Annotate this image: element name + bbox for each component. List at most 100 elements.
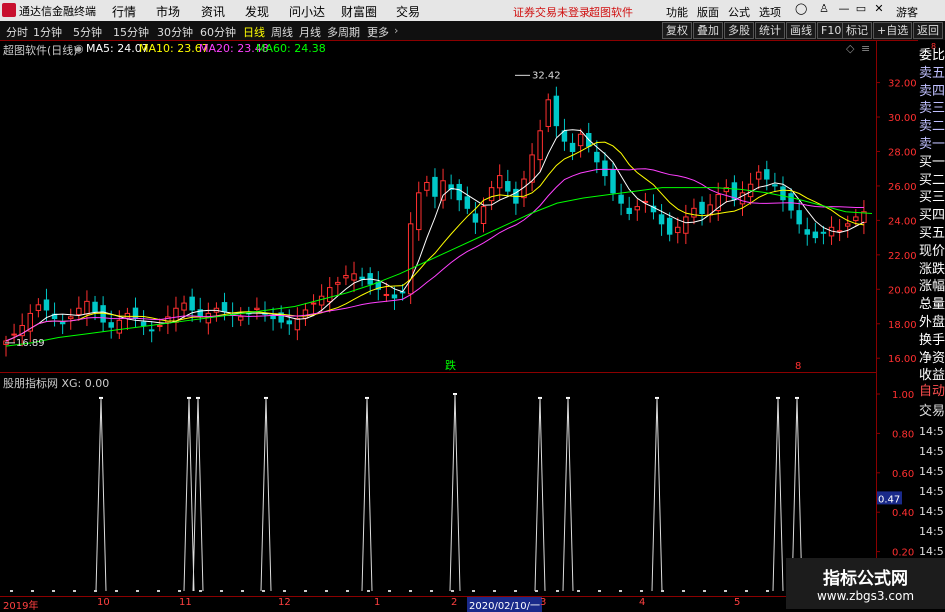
xg-zero-dot: [766, 590, 769, 592]
xg-zero-dot: [220, 590, 223, 592]
quote-field-label[interactable]: 净资: [919, 350, 945, 368]
xg-zero-dot: [409, 590, 412, 592]
quote-field-label[interactable]: 买一: [919, 154, 945, 172]
menu-faxian[interactable]: 发现: [245, 3, 269, 20]
chat-icon[interactable]: ◯: [795, 3, 807, 15]
btn-zixuan[interactable]: +自选: [873, 22, 913, 39]
period-60min[interactable]: 60分钟: [200, 24, 236, 40]
btn-tongji[interactable]: 统计: [755, 22, 785, 39]
candle-body: [666, 217, 673, 235]
time-entry[interactable]: 14:5: [919, 443, 944, 461]
auto-trade-label[interactable]: 交易: [919, 403, 945, 421]
login-notice[interactable]: 证券交易未登录: [513, 4, 590, 20]
time-entry[interactable]: 14:5: [919, 463, 944, 481]
quote-field-label[interactable]: 涨跌: [919, 261, 945, 279]
menu-jiaoyi[interactable]: 交易: [396, 3, 420, 20]
menu-wenxiaoda[interactable]: 问小达: [289, 3, 325, 20]
chevron-right-icon[interactable]: ›: [394, 24, 398, 37]
menu-zixun[interactable]: 资讯: [201, 3, 225, 20]
diamond-icon[interactable]: ◇: [846, 42, 854, 55]
quote-field-label[interactable]: 涨幅: [919, 278, 945, 296]
guest-button[interactable]: 游客: [896, 4, 918, 20]
indicator-tick-label: 1.00: [892, 390, 914, 401]
menu-caifuquan[interactable]: 财富圈: [341, 3, 377, 20]
candle-body: [391, 294, 398, 299]
quote-field-label[interactable]: 总量: [919, 296, 945, 314]
quote-field-label[interactable]: 外盘: [919, 314, 945, 332]
xg-zero-dot: [346, 590, 349, 592]
settings-icon[interactable]: ≡: [861, 42, 870, 55]
x-label: 3: [540, 597, 547, 608]
candle-body: [594, 151, 600, 163]
xg-zero-dot: [157, 590, 160, 592]
time-entry[interactable]: 14:5: [919, 523, 944, 541]
horizontal-divider: [0, 372, 876, 373]
menu-gongshi[interactable]: 公式: [728, 4, 750, 20]
candle-body: [237, 316, 244, 321]
price-tick-label: 16.00: [888, 354, 917, 365]
candle-body: [675, 226, 681, 234]
period-fenshi[interactable]: 分时: [6, 24, 28, 40]
period-daily[interactable]: 日线: [243, 24, 265, 40]
app-title: 通达信金融终端: [19, 5, 96, 18]
candle-body: [488, 187, 495, 202]
candle-body: [472, 213, 479, 223]
candle-body: [739, 192, 746, 205]
menu-hangqing[interactable]: 行情: [112, 3, 136, 20]
quote-field-label[interactable]: 换手: [919, 332, 945, 350]
quote-field-label[interactable]: 卖一: [919, 136, 945, 154]
restore-icon[interactable]: ▭: [855, 3, 867, 15]
btn-fuquan[interactable]: 复权: [662, 22, 692, 39]
period-15min[interactable]: 15分钟: [113, 24, 149, 40]
period-weekly[interactable]: 周线: [271, 24, 293, 40]
close-icon[interactable]: ✕: [873, 3, 885, 15]
period-30min[interactable]: 30分钟: [157, 24, 193, 40]
candle-body: [359, 276, 365, 280]
quote-field-label[interactable]: 卖四: [919, 83, 945, 101]
period-multi[interactable]: 多周期: [327, 24, 360, 40]
time-entry[interactable]: 14:5: [919, 503, 944, 521]
period-more[interactable]: 更多: [367, 24, 389, 40]
period-monthly[interactable]: 月线: [299, 24, 321, 40]
xg-zero-dot: [94, 590, 97, 592]
candle-body: [416, 192, 422, 231]
candle-body: [59, 321, 66, 325]
btn-biaoji[interactable]: 标记: [842, 22, 872, 39]
price-tick-label: 30.00: [888, 113, 917, 124]
quote-field-label[interactable]: 现价: [919, 243, 945, 261]
candle-body: [108, 322, 114, 328]
quote-field-label[interactable]: 卖五: [919, 65, 945, 83]
dropdown-icon[interactable]: ◉: [74, 42, 84, 55]
menu-gongneng[interactable]: 功能: [666, 4, 688, 20]
candle-body: [302, 309, 309, 319]
menu-banmian[interactable]: 版面: [697, 4, 719, 20]
period-5min[interactable]: 5分钟: [73, 24, 102, 40]
quote-field-label[interactable]: 委比: [919, 47, 945, 65]
quote-field-label[interactable]: 买五: [919, 225, 945, 243]
quote-field-label[interactable]: 买二: [919, 172, 945, 190]
quote-field-label[interactable]: 卖三: [919, 100, 945, 118]
ma-legend: 超图软件(日线) ◉ MA5: 24.07 MA10: 23.67 MA20: …: [0, 41, 870, 57]
quote-field-label[interactable]: 卖二: [919, 118, 945, 136]
shirt-icon[interactable]: ♙: [818, 3, 830, 15]
menu-shichang[interactable]: 市场: [156, 3, 180, 20]
auto-trade-label[interactable]: 自动: [919, 383, 945, 401]
candle-body: [618, 194, 624, 204]
candle-body: [788, 193, 794, 211]
time-entry[interactable]: 14:5: [919, 483, 944, 501]
price-tick-label: 26.00: [888, 182, 917, 193]
time-entry[interactable]: 14:5: [919, 423, 944, 441]
btn-duogu[interactable]: 多股: [724, 22, 754, 39]
minimize-icon[interactable]: —: [838, 3, 850, 15]
candle-body: [772, 184, 778, 187]
btn-huaxian[interactable]: 画线: [786, 22, 816, 39]
candle-body: [610, 169, 616, 194]
quote-field-label[interactable]: 买四: [919, 207, 945, 225]
candle-body: [553, 95, 560, 127]
period-1min[interactable]: 1分钟: [33, 24, 62, 40]
btn-fanhui[interactable]: 返回: [913, 22, 943, 39]
quote-field-label[interactable]: 买三: [919, 189, 945, 207]
xg-zero-dot: [619, 590, 622, 592]
btn-diejia[interactable]: 叠加: [693, 22, 723, 39]
menu-xuanxiang[interactable]: 选项: [759, 4, 781, 20]
